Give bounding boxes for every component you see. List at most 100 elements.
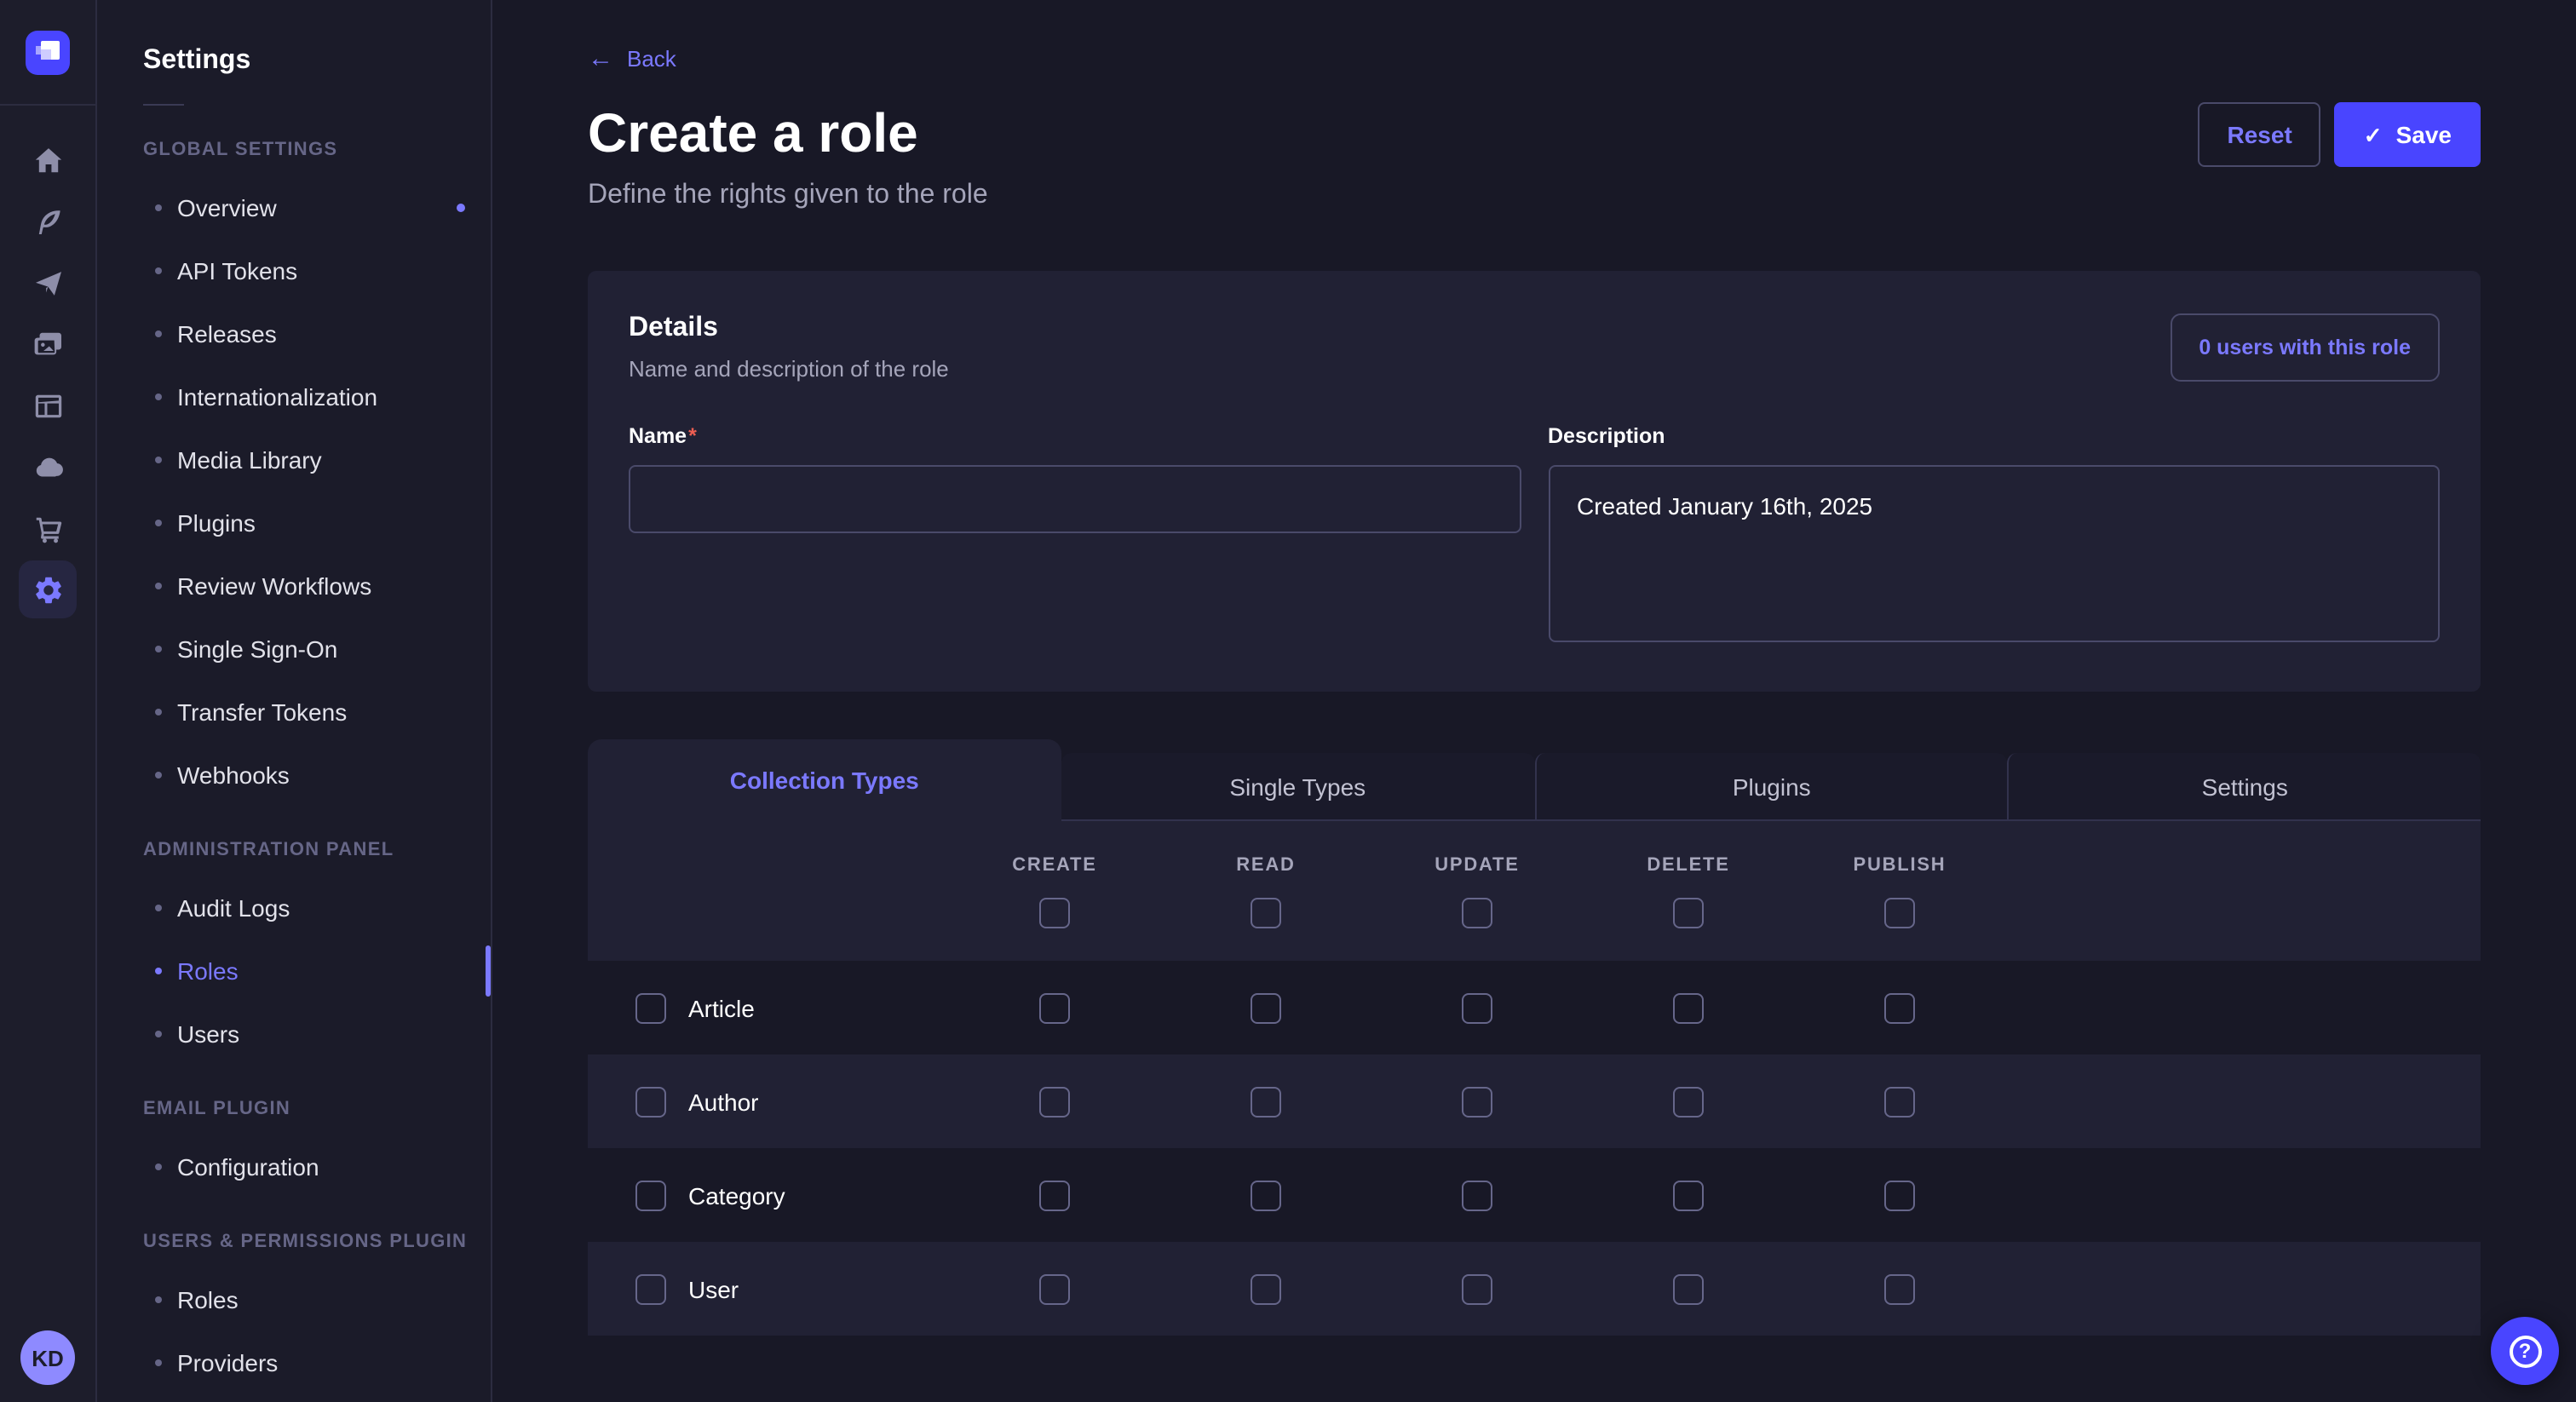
sidebar-item-overview[interactable]: Overview bbox=[97, 175, 491, 238]
back-link[interactable]: ← Back bbox=[588, 46, 676, 72]
details-title: Details bbox=[629, 312, 949, 346]
author-read-checkbox[interactable] bbox=[1251, 1086, 1281, 1117]
sidebar-item-roles[interactable]: Roles bbox=[97, 1267, 491, 1330]
help-button[interactable]: ? bbox=[2491, 1317, 2559, 1385]
category-row-checkbox[interactable] bbox=[635, 1180, 666, 1210]
article-create-checkbox[interactable] bbox=[1039, 992, 1070, 1023]
sidebar-item-roles[interactable]: Roles bbox=[97, 939, 491, 1002]
tab-collection-types[interactable]: Collection Types bbox=[588, 739, 1061, 821]
tab-label: Plugins bbox=[1733, 773, 1811, 800]
bullet-icon bbox=[155, 267, 162, 273]
tab-single-types[interactable]: Single Types bbox=[1061, 753, 1535, 821]
sidebar-item-webhooks[interactable]: Webhooks bbox=[97, 743, 491, 806]
category-update-checkbox[interactable] bbox=[1462, 1180, 1492, 1210]
select-all-read-checkbox[interactable] bbox=[1251, 898, 1281, 928]
select-all-create-checkbox[interactable] bbox=[1039, 898, 1070, 928]
bullet-icon bbox=[155, 393, 162, 399]
sidebar-item-internationalization[interactable]: Internationalization bbox=[97, 365, 491, 428]
rail-home-button[interactable] bbox=[19, 131, 77, 189]
rail-gear-button[interactable] bbox=[19, 560, 77, 618]
category-create-checkbox[interactable] bbox=[1039, 1180, 1070, 1210]
icon-rail: KD bbox=[0, 0, 97, 1402]
rail-cart-button[interactable] bbox=[19, 499, 77, 557]
rail-images-button[interactable] bbox=[19, 315, 77, 373]
author-publish-checkbox[interactable] bbox=[1884, 1086, 1915, 1117]
user-row-checkbox[interactable] bbox=[635, 1273, 666, 1304]
sidebar-section-email-plugin: EMAIL PLUGINConfiguration bbox=[97, 1099, 491, 1198]
article-delete-checkbox[interactable] bbox=[1673, 992, 1704, 1023]
article-update-checkbox[interactable] bbox=[1462, 992, 1492, 1023]
author-create-checkbox[interactable] bbox=[1039, 1086, 1070, 1117]
back-label: Back bbox=[627, 46, 676, 72]
sidebar-item-review-workflows[interactable]: Review Workflows bbox=[97, 554, 491, 617]
section-title: USERS & PERMISSIONS PLUGIN bbox=[143, 1232, 491, 1254]
user-avatar[interactable]: KD bbox=[20, 1330, 75, 1385]
author-row-checkbox[interactable] bbox=[635, 1086, 666, 1117]
save-button[interactable]: ✓ Save bbox=[2335, 102, 2481, 167]
sidebar-item-label: Overview bbox=[177, 193, 277, 221]
sidebar-item-label: Single Sign-On bbox=[177, 635, 337, 662]
sidebar-item-media-library[interactable]: Media Library bbox=[97, 428, 491, 491]
rail-cloud-button[interactable] bbox=[19, 438, 77, 496]
tab-label: Single Types bbox=[1229, 773, 1366, 800]
select-all-delete-checkbox[interactable] bbox=[1673, 898, 1704, 928]
send-icon bbox=[32, 267, 64, 299]
bullet-icon bbox=[155, 330, 162, 336]
author-delete-checkbox[interactable] bbox=[1673, 1086, 1704, 1117]
sidebar-item-transfer-tokens[interactable]: Transfer Tokens bbox=[97, 680, 491, 743]
details-subtitle: Name and description of the role bbox=[629, 354, 949, 383]
author-update-checkbox[interactable] bbox=[1462, 1086, 1492, 1117]
sidebar-item-single-sign-on[interactable]: Single Sign-On bbox=[97, 617, 491, 680]
sidebar-item-label: Providers bbox=[177, 1348, 278, 1376]
row-label: User bbox=[688, 1275, 739, 1302]
sidebar-item-audit-logs[interactable]: Audit Logs bbox=[97, 876, 491, 939]
rail-layout-button[interactable] bbox=[19, 376, 77, 434]
sidebar-item-users[interactable]: Users bbox=[97, 1002, 491, 1065]
select-all-publish-checkbox[interactable] bbox=[1884, 898, 1915, 928]
user-read-checkbox[interactable] bbox=[1251, 1273, 1281, 1304]
sidebar-section-users-permissions-plugin: USERS & PERMISSIONS PLUGIN Roles Providers bbox=[97, 1232, 491, 1393]
strapi-logo[interactable] bbox=[26, 30, 70, 74]
feather-icon bbox=[32, 205, 64, 238]
tab-plugins[interactable]: Plugins bbox=[1534, 753, 2008, 821]
article-publish-checkbox[interactable] bbox=[1884, 992, 1915, 1023]
sidebar-item-configuration[interactable]: Configuration bbox=[97, 1135, 491, 1198]
description-field-group: Description Created January 16th, 2025 bbox=[1548, 421, 2440, 651]
sidebar-item-api-tokens[interactable]: API Tokens bbox=[97, 238, 491, 302]
user-publish-checkbox[interactable] bbox=[1884, 1273, 1915, 1304]
section-title: GLOBAL SETTINGS bbox=[143, 140, 491, 162]
category-read-checkbox[interactable] bbox=[1251, 1180, 1281, 1210]
name-input[interactable] bbox=[629, 465, 1521, 533]
user-update-checkbox[interactable] bbox=[1462, 1273, 1492, 1304]
home-icon bbox=[32, 144, 64, 176]
sidebar-item-plugins[interactable]: Plugins bbox=[97, 491, 491, 554]
sidebar-item-label: Audit Logs bbox=[177, 893, 290, 921]
sidebar-item-label: Review Workflows bbox=[177, 572, 371, 599]
bullet-icon bbox=[155, 456, 162, 463]
user-create-checkbox[interactable] bbox=[1039, 1273, 1070, 1304]
category-delete-checkbox[interactable] bbox=[1673, 1180, 1704, 1210]
sidebar-item-label: Users bbox=[177, 1020, 239, 1047]
bullet-icon bbox=[155, 1163, 162, 1169]
sidebar-item-providers[interactable]: Providers bbox=[97, 1330, 491, 1393]
permission-row-category: Category bbox=[588, 1148, 2481, 1242]
select-all-update-checkbox[interactable] bbox=[1462, 898, 1492, 928]
user-delete-checkbox[interactable] bbox=[1673, 1273, 1704, 1304]
rail-feather-button[interactable] bbox=[19, 192, 77, 250]
article-read-checkbox[interactable] bbox=[1251, 992, 1281, 1023]
images-icon bbox=[32, 328, 64, 360]
category-publish-checkbox[interactable] bbox=[1884, 1180, 1915, 1210]
reset-button[interactable]: Reset bbox=[2199, 102, 2321, 167]
rail-send-button[interactable] bbox=[19, 254, 77, 312]
sidebar-item-releases[interactable]: Releases bbox=[97, 302, 491, 365]
logo-area bbox=[0, 0, 95, 106]
bullet-icon bbox=[155, 582, 162, 589]
article-row-checkbox[interactable] bbox=[635, 992, 666, 1023]
bullet-icon bbox=[155, 519, 162, 526]
main-content: ← Back Create a role Reset ✓ Save Define… bbox=[492, 0, 2576, 1402]
description-input[interactable]: Created January 16th, 2025 bbox=[1548, 465, 2440, 642]
users-with-role-button[interactable]: 0 users with this role bbox=[2170, 313, 2440, 382]
name-field-group: Name* bbox=[629, 421, 1521, 533]
tab-settings[interactable]: Settings bbox=[2008, 753, 2481, 821]
sidebar-item-label: Roles bbox=[177, 957, 239, 984]
